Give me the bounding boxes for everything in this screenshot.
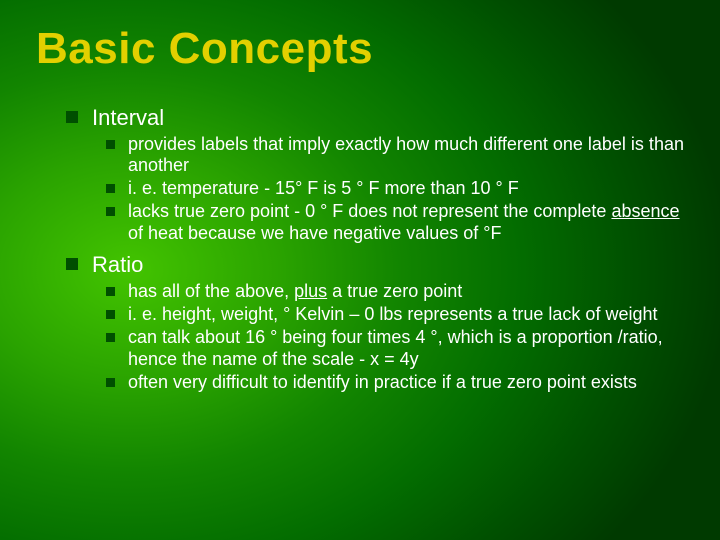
sub-item: i. e. temperature - 15° F is 5 ° F more … <box>106 178 684 200</box>
slide-title: Basic Concepts <box>36 24 684 74</box>
sub-item: provides labels that imply exactly how m… <box>106 134 684 178</box>
section-item: Ratio has all of the above, plus a true z… <box>66 251 684 393</box>
sub-item: lacks true zero point - 0 ° F does not r… <box>106 201 684 245</box>
sub-list: has all of the above, plus a true zero p… <box>106 281 684 394</box>
sub-list: provides labels that imply exactly how m… <box>106 134 684 246</box>
section-item: Interval provides labels that imply exact… <box>66 104 684 245</box>
bullet-list: Interval provides labels that imply exact… <box>66 104 684 394</box>
sub-item: often very difficult to identify in prac… <box>106 372 684 394</box>
section-heading: Interval <box>92 105 164 130</box>
slide: Basic Concepts Interval provides labels t… <box>0 0 720 540</box>
sub-item: i. e. height, weight, ° Kelvin – 0 lbs r… <box>106 304 684 326</box>
section-heading: Ratio <box>92 252 143 277</box>
sub-item: can talk about 16 ° being four times 4 °… <box>106 327 684 371</box>
sub-item: has all of the above, plus a true zero p… <box>106 281 684 303</box>
